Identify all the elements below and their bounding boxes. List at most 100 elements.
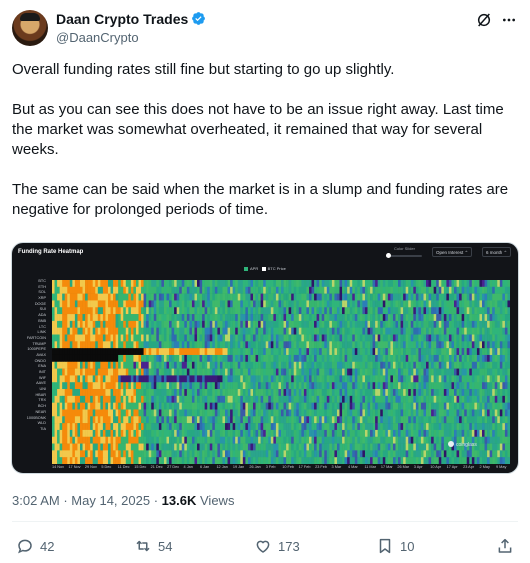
- heatmap-cell: [454, 293, 457, 301]
- heatmap-cell: [286, 341, 289, 349]
- heatmap-cell: [62, 375, 66, 383]
- heatmap-cell: [128, 327, 132, 335]
- heatmap-cell: [179, 286, 183, 294]
- heatmap-cell: [123, 389, 127, 397]
- heatmap-cell: [385, 436, 389, 444]
- heatmap-cell: [426, 443, 429, 451]
- heatmap-cell: [469, 361, 473, 369]
- heatmap-cell: [100, 307, 104, 315]
- heatmap-cell: [214, 293, 218, 301]
- heatmap-cell: [130, 314, 134, 322]
- heatmap-cell: [67, 368, 71, 376]
- heatmap-cell: [237, 307, 241, 315]
- heatmap-cell: [171, 409, 175, 417]
- heatmap-cell: [507, 320, 510, 328]
- heatmap-cell: [146, 423, 149, 431]
- heatmap-cell: [171, 293, 175, 301]
- heatmap-cell: [390, 409, 394, 417]
- heatmap-cell: [270, 348, 274, 356]
- author-name-text[interactable]: Daan Crypto Trades: [56, 11, 188, 27]
- heatmap-cell: [242, 450, 246, 458]
- heatmap-cell: [451, 348, 455, 356]
- heatmap-cell: [273, 354, 277, 363]
- heatmap-cell: [247, 450, 251, 458]
- heatmap-cell: [207, 402, 211, 410]
- heatmap-cell: [230, 368, 233, 376]
- share-button[interactable]: [496, 535, 520, 557]
- heatmap-cell: [418, 389, 422, 397]
- heatmap-cell: [57, 457, 60, 464]
- heatmap-cell: [331, 361, 335, 369]
- heatmap-cell: [504, 286, 508, 294]
- heatmap-cell: [484, 395, 488, 403]
- heatmap-cell: [385, 348, 389, 356]
- heatmap-cell: [245, 341, 249, 349]
- heatmap-cell: [469, 334, 473, 342]
- author-handle[interactable]: @DaanCrypto: [56, 30, 139, 45]
- heatmap-cell: [102, 334, 106, 342]
- heatmap-cell: [240, 280, 244, 288]
- heatmap-cell: [240, 293, 244, 301]
- heatmap-cell: [199, 436, 203, 444]
- heatmap-cell: [158, 280, 162, 288]
- heatmap-cell: [222, 320, 226, 328]
- like-button[interactable]: 173: [254, 535, 300, 557]
- heatmap-cell: [214, 389, 218, 397]
- heatmap-cell: [405, 436, 409, 444]
- heatmap-cell: [171, 368, 175, 376]
- author-name[interactable]: Daan Crypto Trades: [56, 11, 206, 27]
- heatmap-cell: [428, 423, 432, 431]
- heatmap-cell: [202, 382, 205, 390]
- heatmap-cell: [342, 423, 345, 431]
- heatmap-cell: [347, 429, 350, 438]
- heatmap-cell: [291, 416, 295, 424]
- heatmap-cell: [235, 457, 239, 464]
- heatmap-cell: [293, 334, 297, 342]
- heatmap-cell: [377, 382, 381, 390]
- heatmap-cell: [115, 382, 119, 390]
- grok-icon[interactable]: [476, 12, 492, 28]
- heatmap-cell: [324, 354, 328, 363]
- heatmap-cell: [370, 280, 373, 288]
- heatmap-cell: [235, 389, 239, 397]
- tweet-time[interactable]: 3:02 AM: [12, 493, 60, 508]
- heatmap-cell: [487, 341, 490, 349]
- heatmap-cell: [181, 320, 185, 328]
- heatmap-cell: [479, 300, 483, 308]
- heatmap-cell: [494, 300, 498, 308]
- heatmap-cell: [62, 280, 66, 288]
- tweet-media-image[interactable]: Funding Rate Heatmap Color Slider Open I…: [11, 242, 519, 474]
- heatmap-cell: [57, 402, 60, 410]
- heatmap-cell: [436, 348, 440, 356]
- heatmap-cell: [148, 314, 152, 322]
- heatmap-cell: [492, 429, 496, 438]
- heatmap-cell: [237, 382, 241, 390]
- bookmark-button[interactable]: 10: [376, 535, 414, 557]
- heatmap-cell: [133, 443, 137, 451]
- reply-button[interactable]: 42: [16, 535, 54, 557]
- heatmap-cell: [497, 280, 501, 288]
- heatmap-cell: [301, 307, 305, 315]
- heatmap-cell: [301, 286, 305, 294]
- heatmap-cell: [410, 307, 414, 315]
- heatmap-cell: [314, 457, 317, 464]
- heatmap-cell: [354, 395, 358, 403]
- heatmap-cell: [392, 416, 396, 424]
- tweet-date[interactable]: May 14, 2025: [71, 493, 150, 508]
- heatmap-cell: [199, 286, 203, 294]
- heatmap-cell: [113, 429, 116, 438]
- heatmap-cell: [380, 286, 384, 294]
- repost-button[interactable]: 54: [134, 535, 172, 557]
- heatmap-cell: [247, 395, 251, 403]
- heatmap-cell: [408, 361, 412, 369]
- heatmap-cell: [204, 280, 208, 288]
- heatmap-cell: [281, 443, 284, 451]
- author-avatar[interactable]: [12, 10, 48, 46]
- heatmap-cell: [174, 327, 177, 335]
- heatmap-cell: [153, 300, 157, 308]
- heatmap-cell: [225, 348, 228, 356]
- heatmap-cell: [107, 443, 111, 451]
- heatmap-cell: [370, 314, 373, 322]
- heatmap-cell: [151, 450, 155, 458]
- more-options-icon[interactable]: [500, 12, 518, 28]
